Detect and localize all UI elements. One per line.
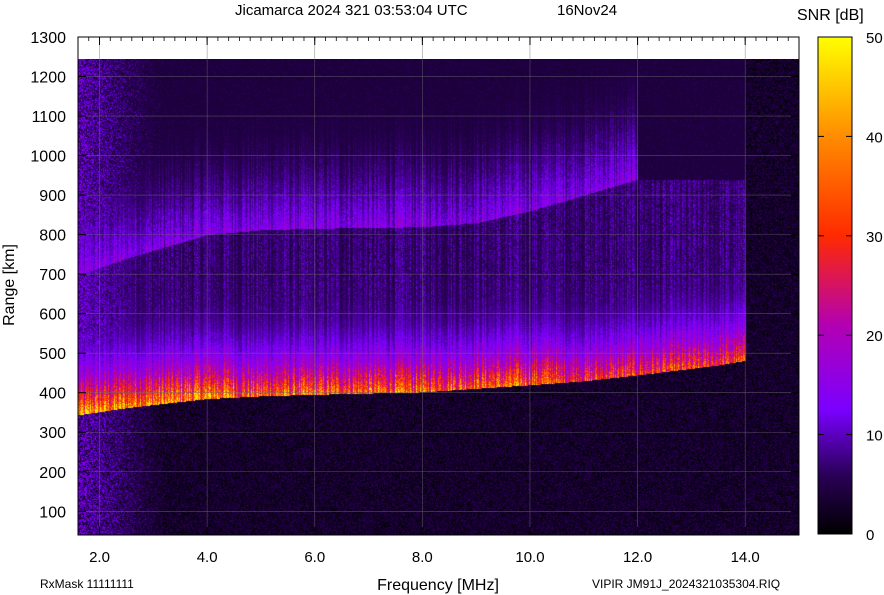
y-tick-label: 800 (39, 228, 66, 245)
colorbar-tick-label: 50 (866, 30, 883, 47)
y-tick-label: 400 (39, 386, 66, 403)
ionogram-figure: Jicamarca 2024 321 03:53:04 UTC 16Nov24 … (1, 2, 883, 594)
rxmask-label: RxMask 11111111 (40, 577, 134, 591)
y-tick-label: 600 (39, 307, 66, 324)
y-tick-label: 900 (39, 188, 66, 205)
colorbar-tick-label: 0 (866, 527, 874, 544)
y-tick-label: 1200 (30, 70, 66, 87)
y-tick-label: 1300 (30, 30, 66, 47)
y-tick-label: 100 (39, 504, 66, 521)
colorbar-label: SNR [dB] (797, 7, 864, 24)
y-axis-label: Range [km] (1, 244, 18, 326)
x-tick-label: 14.0 (731, 549, 760, 566)
x-tick-label: 12.0 (623, 549, 652, 566)
y-tick-label: 300 (39, 425, 66, 442)
x-tick-label: 8.0 (412, 549, 433, 566)
file-name-label: VIPIR JM91J_2024321035304.RIQ (592, 577, 780, 591)
y-tick-label: 1000 (30, 149, 66, 166)
colorbar-tick-label: 10 (866, 428, 883, 445)
y-tick-label: 200 (39, 465, 66, 482)
chart-title: Jicamarca 2024 321 03:53:04 UTC (235, 2, 468, 19)
x-tick-label: 6.0 (304, 549, 325, 566)
heatmap-image (78, 59, 799, 535)
colorbar-tick-label: 30 (866, 229, 883, 246)
x-tick-label: 2.0 (89, 549, 110, 566)
y-tick-label: 1100 (32, 109, 67, 126)
colorbar (817, 36, 853, 535)
x-axis-label: Frequency [MHz] (377, 577, 499, 594)
x-tick-label: 10.0 (515, 549, 544, 566)
chart-date: 16Nov24 (557, 2, 617, 19)
y-tick-label: 500 (39, 346, 66, 363)
colorbar-tick-label: 40 (866, 129, 883, 146)
y-tick-label: 700 (39, 267, 66, 284)
colorbar-tick-label: 20 (866, 328, 883, 345)
x-tick-label: 4.0 (197, 549, 218, 566)
